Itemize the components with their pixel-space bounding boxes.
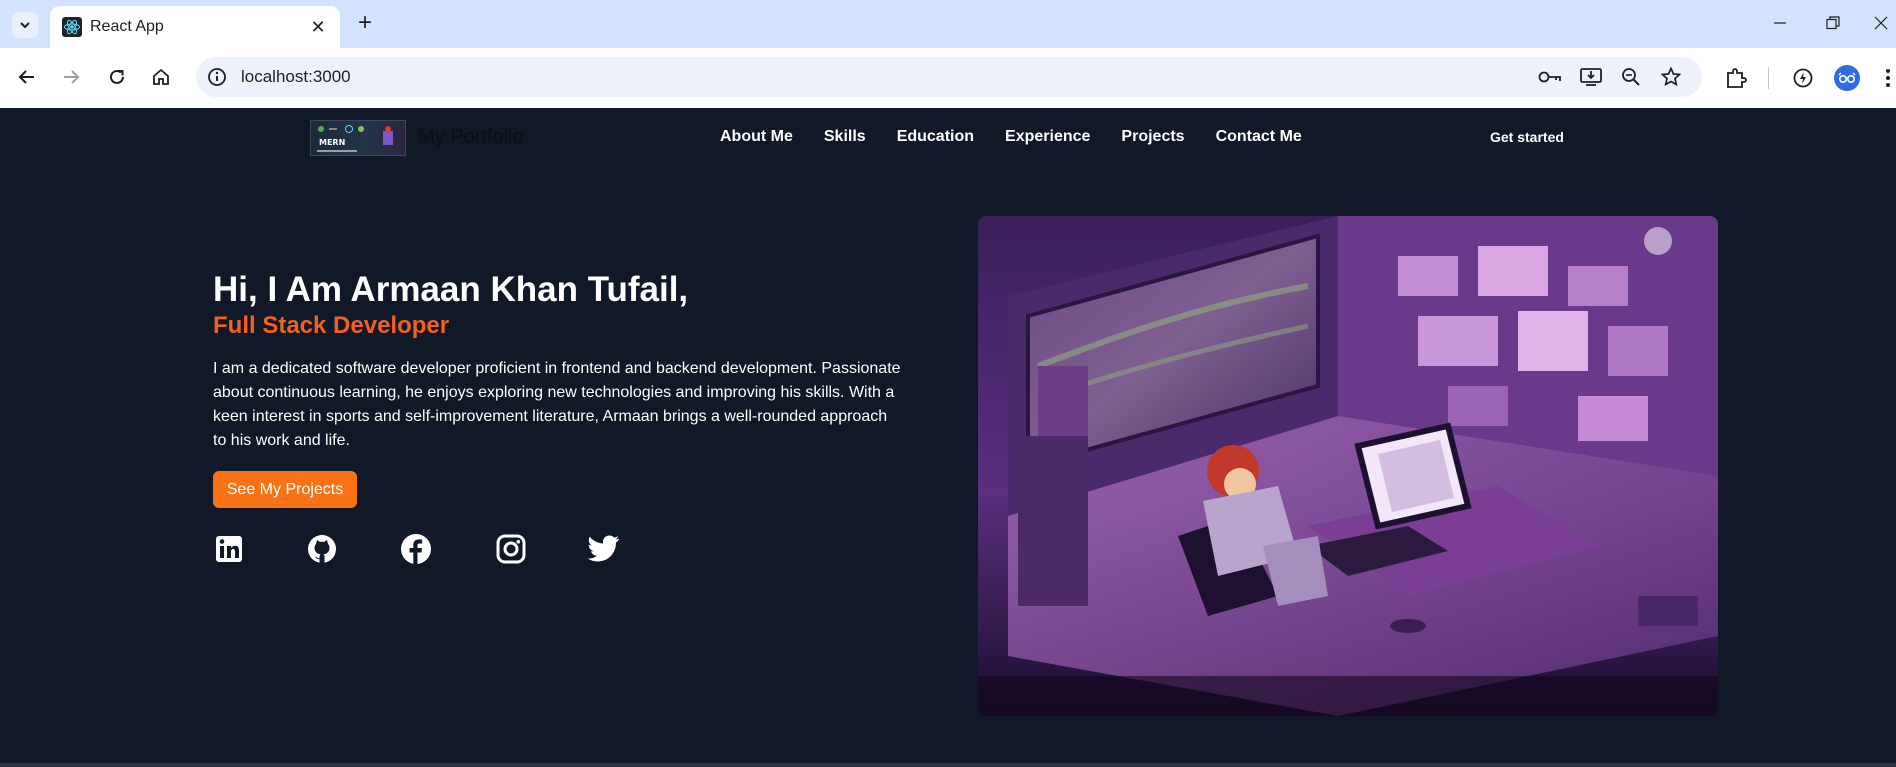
chevron-down-icon xyxy=(20,22,30,29)
minimize-icon xyxy=(1774,22,1786,24)
new-tab-button[interactable]: + xyxy=(352,9,378,36)
hero-description: I am a dedicated software developer prof… xyxy=(213,360,901,449)
github-icon[interactable] xyxy=(306,533,338,565)
get-started-button[interactable]: Get started xyxy=(1490,129,1564,145)
page-bottom-edge xyxy=(0,763,1896,767)
site-navbar: MERN My Portfolio About Me Skills Educat… xyxy=(0,108,1896,168)
hero-title: Hi, I Am Armaan Khan Tufail, xyxy=(213,270,689,309)
close-window-button[interactable] xyxy=(1866,8,1896,38)
bookmark-star-icon[interactable] xyxy=(1659,66,1683,88)
reload-icon xyxy=(110,69,124,84)
nav-link-about-me[interactable]: About Me xyxy=(720,128,793,146)
close-tab-icon[interactable]: ✕ xyxy=(308,17,328,37)
performance-icon[interactable] xyxy=(1790,65,1816,91)
tab-title: React App xyxy=(90,18,164,35)
facebook-icon[interactable] xyxy=(400,533,432,565)
portfolio-page: MERN My Portfolio About Me Skills Educat… xyxy=(0,108,1896,767)
nav-links: About Me Skills Education Experience Pro… xyxy=(720,128,1333,146)
hero-subtitle: Full Stack Developer xyxy=(213,312,450,339)
browser-tab-strip: React App ✕ + xyxy=(0,0,1896,48)
reload-button[interactable] xyxy=(104,64,130,90)
svg-text:MERN: MERN xyxy=(319,138,345,147)
nav-link-skills[interactable]: Skills xyxy=(824,128,866,146)
url-text[interactable]: localhost:3000 xyxy=(241,67,351,87)
profile-avatar-icon[interactable] xyxy=(1834,65,1860,91)
browser-toolbar: localhost:3000 xyxy=(0,48,1896,108)
site-info-icon[interactable] xyxy=(206,66,228,88)
nav-link-experience[interactable]: Experience xyxy=(1005,128,1090,146)
forward-button[interactable] xyxy=(58,64,84,90)
zoom-icon[interactable] xyxy=(1619,66,1643,88)
back-arrow-icon xyxy=(18,70,34,84)
browser-menu-icon[interactable] xyxy=(1880,65,1896,91)
extensions-puzzle-icon[interactable] xyxy=(1723,65,1749,91)
site-logo-image[interactable]: MERN xyxy=(310,120,406,156)
install-app-icon[interactable] xyxy=(1579,66,1603,88)
tab-search-button[interactable] xyxy=(12,12,38,38)
instagram-icon[interactable] xyxy=(495,533,527,565)
hero-illustration xyxy=(978,216,1718,716)
back-button[interactable] xyxy=(14,64,40,90)
close-icon xyxy=(1874,16,1888,30)
minimize-button[interactable] xyxy=(1760,8,1800,38)
twitter-icon[interactable] xyxy=(588,533,620,565)
linkedin-icon[interactable] xyxy=(213,533,245,565)
password-key-icon[interactable] xyxy=(1538,66,1562,88)
nav-link-education[interactable]: Education xyxy=(897,128,974,146)
home-button[interactable] xyxy=(148,64,174,90)
react-icon xyxy=(62,17,82,37)
restore-icon xyxy=(1826,16,1840,30)
nav-link-projects[interactable]: Projects xyxy=(1121,128,1184,146)
site-logo-text[interactable]: My Portfolio xyxy=(418,126,524,149)
forward-arrow-icon xyxy=(64,70,80,84)
address-bar[interactable]: localhost:3000 xyxy=(196,57,1702,97)
see-my-projects-button[interactable]: See My Projects xyxy=(213,471,357,508)
browser-tab[interactable]: React App ✕ xyxy=(50,6,340,48)
restore-button[interactable] xyxy=(1813,8,1853,38)
toolbar-divider xyxy=(1768,67,1769,89)
home-icon xyxy=(153,68,169,85)
nav-link-contact-me[interactable]: Contact Me xyxy=(1216,128,1302,146)
